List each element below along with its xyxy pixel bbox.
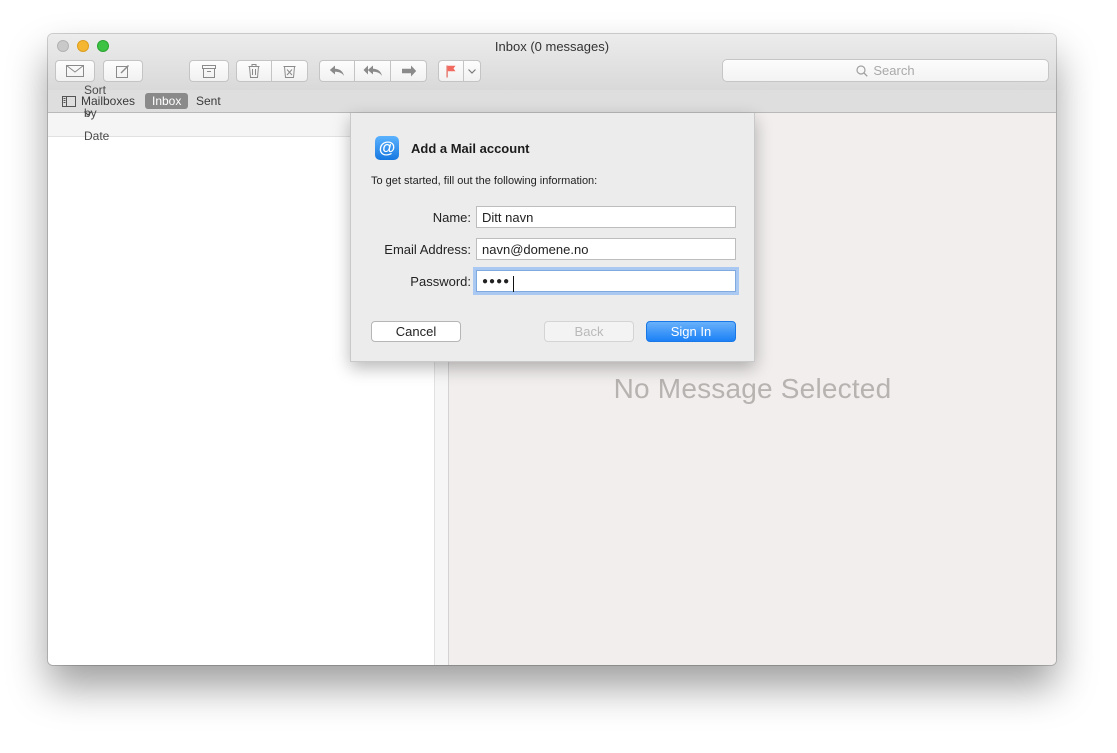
search-field[interactable]: Search xyxy=(722,59,1049,82)
no-message-text: No Message Selected xyxy=(613,373,892,404)
junk-icon xyxy=(283,64,296,78)
text-caret xyxy=(513,276,514,292)
favorites-bar: Mailboxes Inbox Sent xyxy=(48,90,1056,113)
delete-junk-group xyxy=(236,60,308,82)
reply-group xyxy=(319,60,427,82)
search-icon xyxy=(856,64,869,77)
compose-icon xyxy=(116,64,130,78)
search-placeholder: Search xyxy=(873,63,915,78)
forward-button[interactable] xyxy=(391,60,427,82)
password-field[interactable] xyxy=(476,270,736,292)
flag-menu-button[interactable] xyxy=(464,60,481,82)
envelope-icon xyxy=(66,65,84,77)
reply-button[interactable] xyxy=(319,60,355,82)
email-field[interactable] xyxy=(476,238,736,260)
name-field[interactable] xyxy=(476,206,736,228)
delete-button[interactable] xyxy=(236,60,272,82)
titlebar: Inbox (0 messages) Search xyxy=(48,34,1056,91)
back-button[interactable]: Back xyxy=(544,321,634,342)
cancel-button[interactable]: Cancel xyxy=(371,321,461,342)
chevron-down-icon xyxy=(468,68,476,74)
reply-all-button[interactable] xyxy=(355,60,391,82)
reply-icon xyxy=(329,65,345,77)
junk-button[interactable] xyxy=(272,60,308,82)
password-label: Password: xyxy=(410,274,471,289)
forward-icon xyxy=(401,65,417,77)
dialog-title: Add a Mail account xyxy=(411,141,530,156)
flag-button[interactable] xyxy=(438,60,464,82)
window-title: Inbox (0 messages) xyxy=(494,39,610,54)
at-sign-icon: @ xyxy=(375,136,399,160)
sidebar-icon xyxy=(62,95,76,107)
chevron-down-icon xyxy=(84,110,92,116)
sign-in-button[interactable]: Sign In xyxy=(646,321,736,342)
name-label: Name: xyxy=(432,210,471,225)
flag-group xyxy=(438,60,481,82)
archive-icon xyxy=(202,64,216,78)
dialog-description: To get started, fill out the following i… xyxy=(371,175,598,187)
email-label: Email Address: xyxy=(384,242,471,257)
trash-icon xyxy=(248,64,260,78)
reply-all-icon xyxy=(363,65,383,77)
flag-icon xyxy=(446,65,456,78)
favorites-inbox-button[interactable]: Inbox xyxy=(145,93,189,109)
add-account-dialog: @ Add a Mail account To get started, fil… xyxy=(350,113,755,362)
archive-button[interactable] xyxy=(189,60,229,82)
favorites-sent-button[interactable]: Sent xyxy=(196,93,221,109)
